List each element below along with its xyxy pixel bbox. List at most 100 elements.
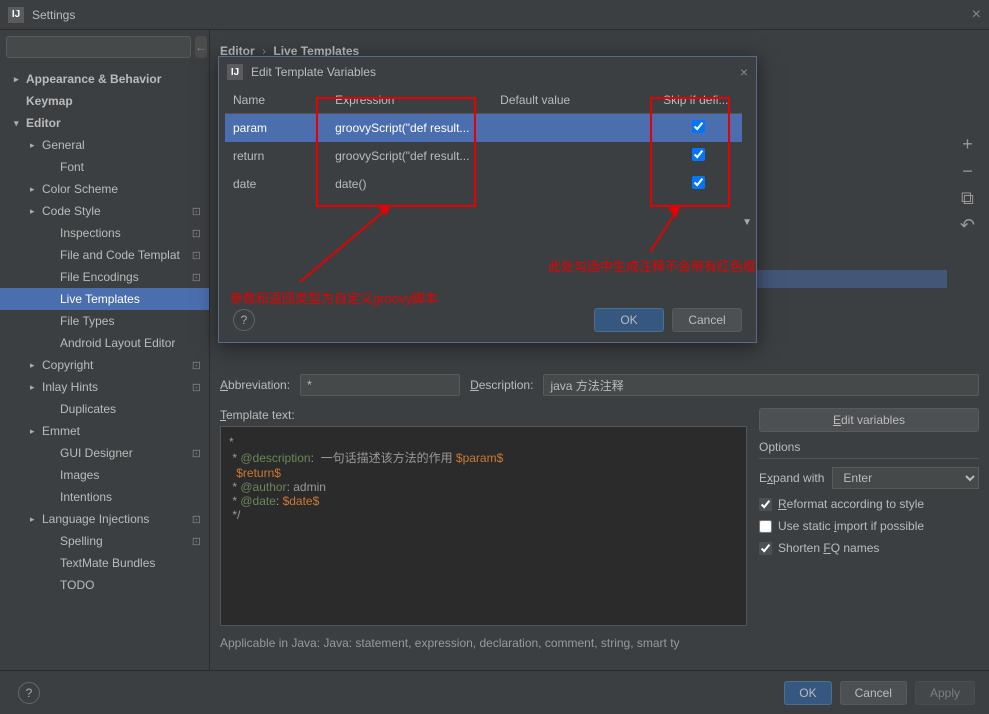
shorten-fq-checkbox[interactable]: Shorten FQ names [759, 541, 979, 555]
cell-default[interactable] [492, 170, 655, 198]
cell-name[interactable]: param [225, 114, 327, 143]
sidebar-item-language-injections[interactable]: ▸Language Injections⊡ [0, 508, 209, 530]
sidebar-item-inlay-hints[interactable]: ▸Inlay Hints ⊡ [0, 376, 209, 398]
template-code-area[interactable]: * * @description: 一句话描述该方法的作用 $param$ $r… [220, 426, 747, 626]
sidebar-item-file-encodings[interactable]: File Encodings ⊡ [0, 266, 209, 288]
expand-with-select[interactable]: Enter [832, 467, 979, 489]
back-button[interactable]: ← [195, 36, 207, 58]
sidebar-item-textmate-bundles[interactable]: TextMate Bundles [0, 552, 209, 574]
cell-expression[interactable]: groovyScript("def result... [327, 114, 492, 143]
table-row[interactable]: param groovyScript("def result... [225, 114, 742, 143]
remove-icon[interactable]: − [962, 161, 973, 182]
tree-item-label: Intentions [60, 490, 112, 504]
help-button[interactable]: ? [18, 682, 40, 704]
gear-icon: ⊡ [192, 205, 201, 218]
sidebar-item-appearance-behavior[interactable]: ▸Appearance & Behavior [0, 68, 209, 90]
dialog-cancel-button[interactable]: Cancel [672, 308, 742, 332]
tree-arrow-icon: ▸ [14, 74, 26, 85]
table-row[interactable]: return groovyScript("def result... [225, 142, 742, 170]
cell-default[interactable] [492, 114, 655, 143]
add-icon[interactable]: + [962, 134, 973, 155]
apply-button[interactable]: Apply [915, 681, 975, 705]
description-input[interactable] [543, 374, 979, 396]
tree-arrow-icon: ▸ [30, 184, 42, 195]
tree-arrow-icon: ▸ [30, 360, 42, 371]
sidebar-item-keymap[interactable]: Keymap [0, 90, 209, 112]
variables-table: Name Expression Default value Skip if de… [225, 87, 742, 198]
expand-with-label: Expand with [759, 471, 824, 485]
col-name[interactable]: Name [225, 87, 327, 114]
sidebar-item-live-templates[interactable]: Live Templates [0, 288, 209, 310]
cell-skip[interactable] [655, 142, 742, 170]
abbreviation-input[interactable] [300, 374, 460, 396]
tree-item-label: Color Scheme [42, 182, 118, 196]
sidebar-item-file-and-code-templat[interactable]: File and Code Templat⊡ [0, 244, 209, 266]
col-expression[interactable]: Expression [327, 87, 492, 114]
settings-tree: ▸Appearance & BehaviorKeymap▾Editor▸Gene… [0, 64, 209, 670]
gear-icon: ⊡ [192, 227, 201, 240]
cell-expression[interactable]: date() [327, 170, 492, 198]
tree-item-label: General [42, 138, 85, 152]
sidebar-item-todo[interactable]: TODO [0, 574, 209, 596]
tree-item-label: Language Injections [42, 512, 149, 526]
cell-default[interactable] [492, 142, 655, 170]
tree-item-label: Inlay Hints [42, 380, 98, 394]
gear-icon: ⊡ [192, 381, 201, 394]
annotation-text-2: 此处勾选中生成注释不会带有红色框 [548, 256, 756, 275]
sidebar-item-general[interactable]: ▸General [0, 134, 209, 156]
sidebar-item-intentions[interactable]: Intentions [0, 486, 209, 508]
copy-icon[interactable]: ⧉ [961, 188, 974, 209]
sidebar-item-images[interactable]: Images [0, 464, 209, 486]
sidebar-item-android-layout-editor[interactable]: Android Layout Editor [0, 332, 209, 354]
revert-icon[interactable]: ↶ [960, 215, 975, 236]
gear-icon: ⊡ [192, 359, 201, 372]
sidebar: 🔍 ← ▸Appearance & BehaviorKeymap▾Editor▸… [0, 30, 210, 670]
sidebar-item-copyright[interactable]: ▸Copyright⊡ [0, 354, 209, 376]
tree-arrow-icon: ▸ [30, 426, 42, 437]
chevron-down-icon[interactable]: ▼ [742, 217, 752, 228]
tree-item-label: Editor [26, 116, 61, 130]
tree-item-label: TODO [60, 578, 94, 592]
tree-item-label: File Encodings [60, 270, 139, 284]
edit-variables-button[interactable]: Edit variables [759, 408, 979, 432]
gear-icon: ⊡ [192, 271, 201, 284]
tree-item-label: Live Templates [60, 292, 140, 306]
table-row[interactable]: date date() [225, 170, 742, 198]
skip-checkbox[interactable] [692, 120, 705, 133]
col-skip[interactable]: Skip if defi... [655, 87, 742, 114]
close-icon[interactable]: × [972, 6, 981, 24]
sidebar-item-duplicates[interactable]: Duplicates [0, 398, 209, 420]
cell-expression[interactable]: groovyScript("def result... [327, 142, 492, 170]
dialog-ok-button[interactable]: OK [594, 308, 664, 332]
description-label: Description: [470, 378, 533, 392]
cell-name[interactable]: return [225, 142, 327, 170]
dialog-help-button[interactable]: ? [233, 309, 255, 331]
dialog-close-icon[interactable]: × [740, 64, 748, 80]
sidebar-item-color-scheme[interactable]: ▸Color Scheme [0, 178, 209, 200]
sidebar-item-emmet[interactable]: ▸Emmet [0, 420, 209, 442]
skip-checkbox[interactable] [692, 176, 705, 189]
window-title: Settings [32, 8, 75, 22]
sidebar-item-gui-designer[interactable]: GUI Designer⊡ [0, 442, 209, 464]
search-input[interactable] [6, 36, 191, 58]
sidebar-item-spelling[interactable]: Spelling⊡ [0, 530, 209, 552]
cell-skip[interactable] [655, 114, 742, 143]
reformat-checkbox[interactable]: Reformat according to style [759, 497, 979, 511]
cancel-button[interactable]: Cancel [840, 681, 907, 705]
skip-checkbox[interactable] [692, 148, 705, 161]
gear-icon: ⊡ [192, 513, 201, 526]
sidebar-item-editor[interactable]: ▾Editor [0, 112, 209, 134]
ok-button[interactable]: OK [784, 681, 831, 705]
tree-item-label: GUI Designer [60, 446, 133, 460]
static-import-checkbox[interactable]: Use static import if possible [759, 519, 979, 533]
cell-skip[interactable] [655, 170, 742, 198]
sidebar-item-code-style[interactable]: ▸Code Style⊡ [0, 200, 209, 222]
dialog-title: Edit Template Variables [251, 65, 376, 79]
col-default[interactable]: Default value [492, 87, 655, 114]
tree-arrow-icon: ▸ [30, 206, 42, 217]
tree-arrow-icon: ▸ [30, 382, 42, 393]
cell-name[interactable]: date [225, 170, 327, 198]
sidebar-item-font[interactable]: Font [0, 156, 209, 178]
sidebar-item-inspections[interactable]: Inspections⊡ [0, 222, 209, 244]
sidebar-item-file-types[interactable]: File Types [0, 310, 209, 332]
